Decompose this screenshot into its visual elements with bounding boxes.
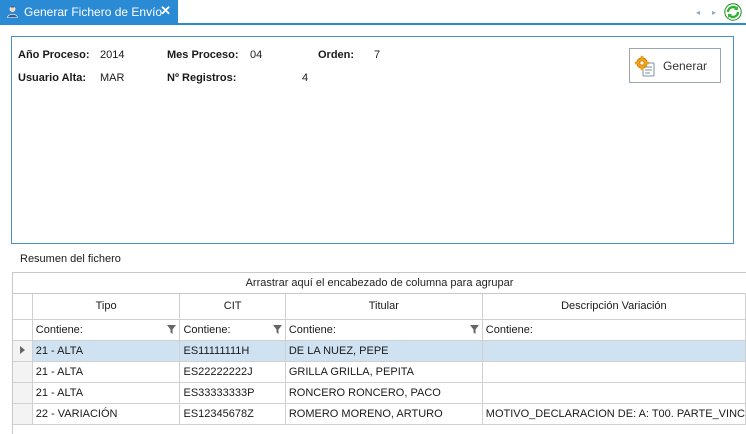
- generar-button-label: Generar: [663, 58, 708, 73]
- num-registros-label: Nº Registros:: [167, 72, 237, 84]
- resumen-table: Tipo CIT Titular Descripción Variación C…: [13, 294, 746, 425]
- cell-descripcion[interactable]: [482, 361, 746, 383]
- tab-generar-fichero[interactable]: Generar Fichero de Envío ✕: [0, 0, 178, 23]
- orden-label: Orden:: [318, 49, 355, 61]
- cell-titular[interactable]: DE LA NUEZ, PEPE: [285, 340, 483, 362]
- tab-scroll-arrows: ◂ ▸: [696, 6, 716, 18]
- anio-proceso-label: Año Proceso:: [18, 49, 90, 61]
- table-row[interactable]: 22 - VARIACIÓN ES12345678Z ROMERO MORENO…: [13, 403, 746, 425]
- filter-operator-label: Contiene:: [183, 323, 231, 336]
- column-header-cit[interactable]: CIT: [179, 294, 286, 320]
- filter-cell-descripcion[interactable]: Contiene:: [482, 319, 746, 341]
- cell-cit[interactable]: ES22222222J: [179, 361, 286, 383]
- refresh-icon[interactable]: [724, 3, 742, 21]
- filter-cell-tipo[interactable]: Contiene:: [32, 319, 181, 341]
- cell-tipo[interactable]: 22 - VARIACIÓN: [32, 403, 181, 425]
- generar-button[interactable]: Generar: [629, 48, 721, 83]
- row-indicator: [13, 361, 33, 383]
- mes-proceso-label: Mes Proceso:: [167, 49, 239, 61]
- cell-descripcion[interactable]: [482, 382, 746, 404]
- document-tab-bar: Generar Fichero de Envío ✕ ◂ ▸: [0, 0, 746, 25]
- table-row[interactable]: 21 - ALTA ES11111111H DE LA NUEZ, PEPE: [13, 340, 746, 362]
- cell-cit[interactable]: ES11111111H: [179, 340, 286, 362]
- filter-row-indicator: [13, 319, 33, 341]
- filter-cell-titular[interactable]: Contiene:: [285, 319, 483, 341]
- current-row-arrow-icon: [19, 345, 25, 354]
- filter-row: Contiene: Contiene: Contiene: Contiene:: [13, 319, 746, 341]
- cell-cit[interactable]: ES12345678Z: [179, 403, 286, 425]
- cell-descripcion[interactable]: [482, 340, 746, 362]
- filter-funnel-icon[interactable]: [272, 325, 282, 334]
- orden-value: 7: [374, 49, 381, 61]
- filter-funnel-icon[interactable]: [167, 325, 177, 334]
- cell-titular[interactable]: ROMERO MORENO, ARTURO: [285, 403, 483, 425]
- filter-operator-label: Contiene:: [35, 323, 83, 336]
- filter-funnel-icon[interactable]: [469, 325, 479, 334]
- cell-cit[interactable]: ES33333333P: [179, 382, 286, 404]
- chevron-right-icon[interactable]: ▸: [712, 8, 716, 17]
- column-header-descripcion[interactable]: Descripción Variación: [482, 294, 746, 320]
- table-row[interactable]: 21 - ALTA ES33333333P RONCERO RONCERO, P…: [13, 382, 746, 404]
- cell-descripcion[interactable]: MOTIVO_DECLARACION DE: A: T00. PARTE_VIN…: [482, 403, 746, 425]
- row-indicator: [13, 403, 33, 425]
- filter-operator-label: Contiene:: [485, 323, 533, 336]
- cell-tipo[interactable]: 21 - ALTA: [32, 382, 181, 404]
- cell-tipo[interactable]: 21 - ALTA: [32, 340, 181, 362]
- header-row: Tipo CIT Titular Descripción Variación: [13, 294, 746, 320]
- usuario-alta-label: Usuario Alta:: [18, 72, 87, 84]
- anio-proceso-value: 2014: [100, 49, 125, 61]
- resumen-grid: Arrastrar aquí el encabezado de columna …: [12, 272, 746, 434]
- cell-titular[interactable]: GRILLA GRILLA, PEPITA: [285, 361, 483, 383]
- app-user-icon: [6, 5, 19, 18]
- column-header-titular[interactable]: Titular: [285, 294, 483, 320]
- chevron-left-icon[interactable]: ◂: [696, 8, 700, 17]
- cell-tipo[interactable]: 21 - ALTA: [32, 361, 181, 383]
- tab-title: Generar Fichero de Envío: [24, 4, 163, 19]
- num-registros-value: 4: [302, 72, 309, 84]
- filter-cell-cit[interactable]: Contiene:: [179, 319, 286, 341]
- usuario-alta-value: MAR: [100, 72, 125, 84]
- row-indicator: [13, 382, 33, 404]
- column-header-tipo[interactable]: Tipo: [32, 294, 181, 320]
- cell-titular[interactable]: RONCERO RONCERO, PACO: [285, 382, 483, 404]
- resumen-fichero-title: Resumen del fichero: [20, 253, 121, 265]
- process-parameters-panel: Año Proceso: 2014 Mes Proceso: 04 Orden:…: [11, 36, 734, 244]
- group-by-drop-area[interactable]: Arrastrar aquí el encabezado de columna …: [13, 272, 746, 294]
- close-icon[interactable]: ✕: [160, 3, 171, 19]
- row-indicator: [13, 340, 33, 362]
- gear-document-icon: [634, 55, 656, 77]
- row-indicator-header: [13, 294, 33, 320]
- table-row[interactable]: 21 - ALTA ES22222222J GRILLA GRILLA, PEP…: [13, 361, 746, 383]
- filter-operator-label: Contiene:: [288, 323, 336, 336]
- mes-proceso-value: 04: [250, 49, 263, 61]
